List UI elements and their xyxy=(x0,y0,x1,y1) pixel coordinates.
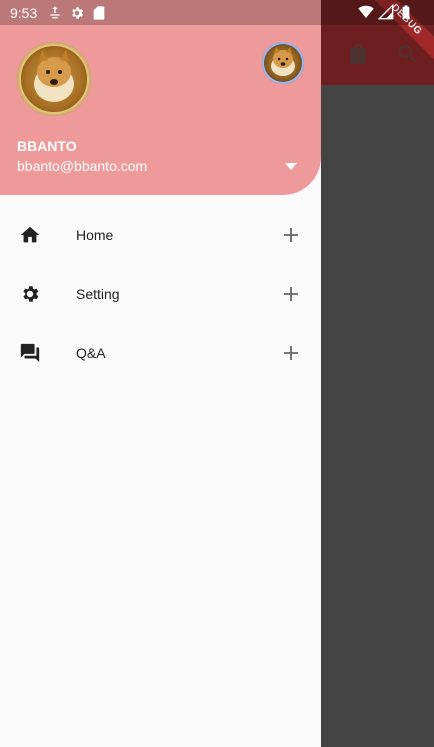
shopping-bag-icon[interactable] xyxy=(344,40,372,68)
plus-icon[interactable] xyxy=(281,343,301,363)
menu-item-qa[interactable]: Q&A xyxy=(0,323,321,382)
navigation-drawer: BBANTO bbanto@bbanto.com Home Setting Q&… xyxy=(0,0,321,747)
account-dropdown-button[interactable] xyxy=(281,158,301,174)
gear-icon xyxy=(18,282,42,306)
drawer-header: BBANTO bbanto@bbanto.com xyxy=(0,0,321,195)
battery-icon xyxy=(402,5,410,19)
settings-icon xyxy=(72,6,84,19)
account-avatar[interactable] xyxy=(17,42,91,116)
menu-item-home[interactable]: Home xyxy=(0,205,321,264)
status-time: 9:53 xyxy=(10,4,38,21)
forum-icon xyxy=(18,341,42,365)
drawer-menu: Home Setting Q&A xyxy=(0,205,321,382)
status-bar: 9:53 xyxy=(0,0,434,25)
doge-avatar-icon xyxy=(19,44,89,114)
other-account-avatar[interactable] xyxy=(262,42,304,84)
signal-icon xyxy=(378,4,394,20)
arrow-drop-down-icon xyxy=(285,162,297,170)
account-name: BBANTO xyxy=(17,138,77,154)
home-icon xyxy=(18,223,42,247)
download-icon xyxy=(50,5,60,18)
search-icon[interactable] xyxy=(394,40,422,68)
account-email: bbanto@bbanto.com xyxy=(17,158,148,174)
doge-avatar-icon xyxy=(271,47,295,76)
plus-icon[interactable] xyxy=(281,225,301,245)
sd-card-icon xyxy=(93,5,105,20)
menu-item-label: Setting xyxy=(76,285,120,302)
menu-item-setting[interactable]: Setting xyxy=(0,264,321,323)
menu-item-label: Home xyxy=(76,226,114,243)
menu-item-label: Q&A xyxy=(76,344,106,361)
wifi-icon xyxy=(358,5,374,18)
plus-icon[interactable] xyxy=(281,284,301,304)
